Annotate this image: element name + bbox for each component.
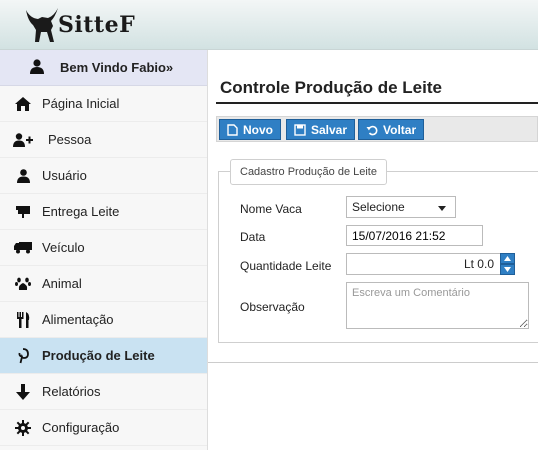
form-legend: Cadastro Produção de Leite	[230, 159, 387, 185]
cow-name-value: Selecione	[352, 200, 405, 214]
welcome-text: Bem Vindo Fabio»	[60, 60, 174, 75]
sidebar-item-usuario[interactable]: Usuário	[0, 158, 207, 194]
observation-textarea[interactable]	[346, 282, 529, 329]
welcome-bar[interactable]: Bem Vindo Fabio»	[0, 50, 207, 86]
chevron-down-icon	[438, 206, 446, 211]
sidebar-item-producao-de-leite[interactable]: Produção de Leite	[0, 338, 207, 374]
sidebar-item-label: Relatórios	[42, 384, 101, 399]
undo-icon	[366, 125, 378, 135]
sidebar-item-label: Página Inicial	[42, 96, 120, 111]
sidebar-item-label: Alimentação	[42, 312, 114, 327]
user-icon	[12, 167, 34, 185]
new-button-label: Novo	[243, 122, 273, 137]
sidebar-item-label: Pessoa	[48, 132, 92, 147]
cow-name-select[interactable]: Selecione	[346, 196, 456, 218]
sidebar-item-alimentacao[interactable]: Alimentação	[0, 302, 207, 338]
user-plus-icon	[12, 131, 34, 149]
decrement-button[interactable]	[500, 264, 515, 275]
title-divider	[216, 102, 538, 104]
cow-name-label: Nome Vaca	[240, 202, 302, 216]
sidebar-item-label: Produção de Leite	[42, 348, 155, 363]
paw-icon	[12, 275, 34, 293]
file-icon	[227, 123, 238, 136]
sidebar-item-animal[interactable]: Animal	[0, 266, 207, 302]
floppy-icon	[294, 123, 306, 136]
bull-logo-icon	[26, 8, 58, 42]
sidebar-item-veiculo[interactable]: Veículo	[0, 230, 207, 266]
quantity-value: Lt 0.0	[463, 257, 494, 271]
chevron-up-icon	[504, 256, 511, 261]
page-title: Controle Produção de Leite	[220, 78, 442, 97]
sidebar-item-relatorios[interactable]: Relatórios	[0, 374, 207, 410]
observation-label: Observação	[240, 300, 305, 314]
sidebar-item-pessoa[interactable]: Pessoa	[0, 122, 207, 158]
sidebar-item-pagina-inicial[interactable]: Página Inicial	[0, 86, 207, 122]
cutlery-icon	[12, 311, 34, 329]
gear-icon	[12, 419, 34, 437]
content-divider	[208, 362, 538, 363]
main-content: Controle Produção de Leite Novo Salvar V…	[208, 50, 538, 450]
app-logo[interactable]: SitteF	[24, 2, 135, 46]
toolbar: Novo Salvar Voltar	[216, 116, 538, 142]
sidebar-item-entrega-leite[interactable]: Entrega Leite	[0, 194, 207, 230]
pinterest-icon	[12, 347, 34, 365]
truck-icon	[12, 239, 34, 257]
save-button-label: Salvar	[311, 122, 348, 137]
quantity-label: Quantidade Leite	[240, 259, 332, 273]
back-button-label: Voltar	[383, 122, 417, 137]
quantity-field[interactable]: Lt 0.0	[346, 253, 514, 275]
sidebar-item-configuracao[interactable]: Configuração	[0, 410, 207, 446]
home-icon	[12, 95, 34, 113]
date-field[interactable]	[346, 225, 483, 246]
save-button[interactable]: Salvar	[286, 119, 356, 140]
logo-text: SitteF	[58, 12, 136, 38]
sidebar-item-label: Entrega Leite	[42, 204, 120, 219]
new-button[interactable]: Novo	[219, 119, 281, 140]
quantity-stepper[interactable]	[500, 253, 515, 275]
delivery-icon	[12, 203, 34, 221]
back-button[interactable]: Voltar	[358, 119, 425, 140]
sidebar-item-label: Veículo	[42, 240, 85, 255]
sidebar-item-label: Animal	[42, 276, 82, 291]
sidebar: Bem Vindo Fabio» Página Inicial Pessoa U…	[0, 50, 208, 450]
increment-button[interactable]	[500, 253, 515, 264]
date-label: Data	[240, 230, 266, 244]
sidebar-item-label: Configuração	[42, 420, 120, 435]
sidebar-item-label: Usuário	[42, 168, 87, 183]
user-icon	[30, 58, 44, 77]
chevron-down-icon	[504, 267, 511, 272]
app-header: SitteF	[0, 0, 538, 50]
arrow-down-icon	[12, 383, 34, 401]
